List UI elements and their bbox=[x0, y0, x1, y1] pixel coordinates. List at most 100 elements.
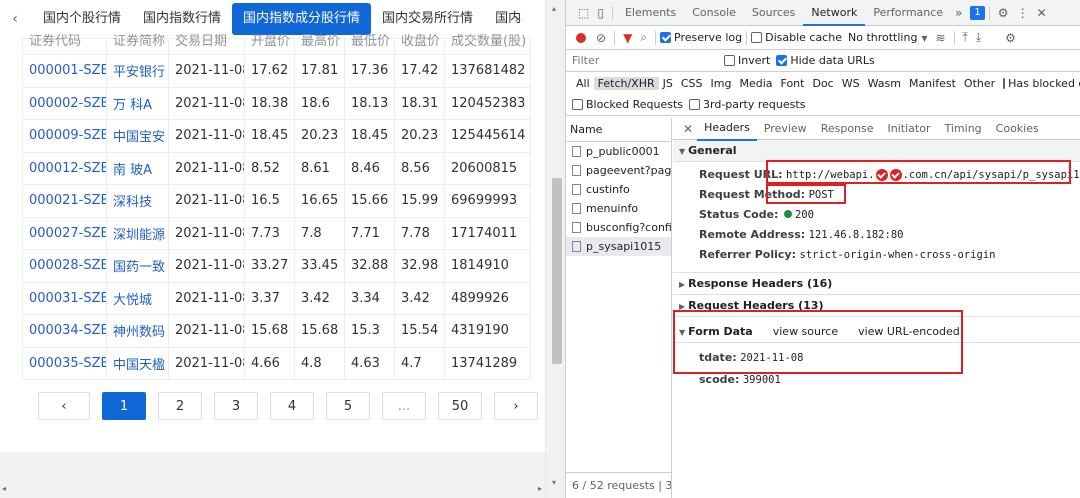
table-row[interactable]: 000034-SZE 神州数码 2021-11-08 15.68 15.68 15.3 15… bbox=[22, 314, 531, 348]
next-page-button[interactable]: › bbox=[494, 392, 538, 420]
table-row[interactable]: 000021-SZE 深科技 2021-11-08 16.5 16.65 15.66 15.… bbox=[22, 184, 531, 218]
page-5-button[interactable]: 5 bbox=[326, 392, 370, 420]
cell-code[interactable]: 000031-SZE bbox=[22, 281, 107, 315]
hide-data-urls-checkbox[interactable] bbox=[776, 55, 788, 66]
page-1-button[interactable]: 1 bbox=[102, 392, 146, 420]
cell-code[interactable]: 000028-SZE bbox=[22, 249, 107, 283]
scroll-right-arrow-icon[interactable]: ▸ bbox=[538, 484, 542, 493]
col-header-date[interactable]: 交易日期 bbox=[168, 33, 245, 50]
request-item[interactable]: pageevent?page... bbox=[566, 161, 671, 180]
form-data-section-header[interactable]: ▼ Form Data view source view URL-encoded bbox=[673, 321, 1080, 343]
search-icon[interactable]: ⌕ bbox=[636, 30, 651, 45]
filter-icon[interactable]: ▼ bbox=[619, 31, 636, 45]
tab-elements[interactable]: Elements bbox=[617, 0, 684, 26]
scrollbar-thumb[interactable] bbox=[552, 178, 562, 364]
type-other[interactable]: Other bbox=[960, 77, 999, 90]
request-headers-section[interactable]: ▶ Request Headers (13) bbox=[673, 295, 1080, 317]
cell-name[interactable]: 深圳能源 bbox=[106, 216, 169, 250]
tab-console[interactable]: Console bbox=[684, 0, 744, 26]
network-settings-icon[interactable]: ⚙ bbox=[1001, 31, 1020, 45]
tab-initiator[interactable]: Initiator bbox=[881, 118, 938, 140]
page-2-button[interactable]: 2 bbox=[158, 392, 202, 420]
cell-name[interactable]: 南 玻A bbox=[106, 151, 169, 185]
tab-scroll-left-button[interactable]: ‹ bbox=[4, 8, 26, 30]
tab-cookies[interactable]: Cookies bbox=[989, 118, 1046, 140]
request-item[interactable]: p_public0001 bbox=[566, 142, 671, 161]
filter-input[interactable] bbox=[572, 51, 714, 70]
cell-code[interactable]: 000009-SZE bbox=[22, 119, 107, 153]
table-row[interactable]: 000028-SZE 国药一致 2021-11-08 33.27 33.45 32.88 3… bbox=[22, 249, 531, 283]
horizontal-scrollbar[interactable]: ◂ ▸ bbox=[0, 452, 552, 498]
tab-timing[interactable]: Timing bbox=[937, 118, 988, 140]
record-icon[interactable] bbox=[576, 32, 586, 43]
table-row[interactable]: 000002-SZE 万 科A 2021-11-08 18.38 18.6 18.13 18… bbox=[22, 86, 531, 120]
col-header-close[interactable]: 收盘价 bbox=[394, 33, 445, 50]
type-css[interactable]: CSS bbox=[677, 77, 707, 90]
cell-code[interactable]: 000027-SZE bbox=[22, 216, 107, 250]
inspect-element-icon[interactable]: ⬚ bbox=[574, 6, 593, 20]
type-manifest[interactable]: Manifest bbox=[905, 77, 960, 90]
cell-code[interactable]: 000021-SZE bbox=[22, 184, 107, 218]
tab-index-constituent-quotes[interactable]: 国内指数成分股行情 bbox=[232, 3, 372, 35]
cell-name[interactable]: 平安银行 bbox=[106, 54, 169, 88]
third-party-checkbox[interactable] bbox=[689, 99, 701, 110]
vertical-scrollbar[interactable]: ▴ ▾ bbox=[545, 0, 565, 498]
tab-index-quotes[interactable]: 国内指数行情 bbox=[132, 3, 232, 35]
type-media[interactable]: Media bbox=[735, 77, 776, 90]
tab-network[interactable]: Network bbox=[803, 0, 866, 26]
request-item[interactable]: busconfig?confi... bbox=[566, 218, 671, 237]
response-headers-section[interactable]: ▶ Response Headers (16) bbox=[673, 273, 1080, 295]
cell-code[interactable]: 000002-SZE bbox=[22, 86, 107, 120]
kebab-menu-icon[interactable]: ⋮ bbox=[1013, 6, 1033, 20]
type-js[interactable]: JS bbox=[659, 77, 677, 90]
chevron-down-icon[interactable]: ▾ bbox=[917, 31, 931, 45]
request-item[interactable]: menuinfo bbox=[566, 199, 671, 218]
clear-icon[interactable]: ⊘ bbox=[592, 31, 610, 45]
gear-icon[interactable]: ⚙ bbox=[994, 6, 1013, 20]
cell-name[interactable]: 中国宝安 bbox=[106, 119, 169, 153]
type-ws[interactable]: WS bbox=[838, 77, 864, 90]
type-fetch-xhr[interactable]: Fetch/XHR bbox=[593, 76, 659, 90]
table-row[interactable]: 000001-SZE 平安银行 2021-11-08 17.62 17.81 17.36 1… bbox=[22, 54, 531, 88]
request-list-header[interactable]: Name bbox=[566, 118, 671, 142]
col-header-code[interactable]: 证券代码 bbox=[22, 33, 107, 50]
export-icon[interactable]: ⤓ bbox=[972, 30, 985, 45]
close-icon[interactable]: ✕ bbox=[1033, 6, 1051, 20]
table-row[interactable]: 000035-SZE 中国天楹 2021-11-08 4.66 4.8 4.63 4.7 13… bbox=[22, 346, 531, 380]
request-item-selected[interactable]: p_sysapi1015 bbox=[566, 237, 671, 256]
import-icon[interactable]: ⤒ bbox=[959, 30, 972, 45]
col-header-open[interactable]: 开盘价 bbox=[244, 33, 295, 50]
blocked-requests-checkbox[interactable] bbox=[572, 99, 583, 110]
scroll-down-arrow-icon[interactable]: ▾ bbox=[552, 478, 556, 487]
cell-code[interactable]: 000034-SZE bbox=[22, 314, 107, 348]
device-toolbar-icon[interactable]: ▯ bbox=[593, 6, 608, 20]
view-url-encoded-link[interactable]: view URL-encoded bbox=[858, 325, 960, 338]
tab-scroll-right-button[interactable]: › bbox=[506, 8, 528, 30]
disable-cache-checkbox[interactable] bbox=[751, 32, 763, 43]
view-source-link[interactable]: view source bbox=[773, 325, 838, 338]
throttling-select[interactable]: No throttling bbox=[848, 31, 917, 44]
scroll-left-arrow-icon[interactable]: ◂ bbox=[2, 484, 6, 493]
page-3-button[interactable]: 3 bbox=[214, 392, 258, 420]
preserve-log-checkbox[interactable] bbox=[660, 32, 672, 43]
page-4-button[interactable]: 4 bbox=[270, 392, 314, 420]
wifi-icon[interactable]: ≋ bbox=[931, 31, 949, 45]
tab-exchange-quotes[interactable]: 国内交易所行情 bbox=[371, 3, 484, 35]
type-font[interactable]: Font bbox=[777, 77, 809, 90]
cell-code[interactable]: 000012-SZE bbox=[22, 151, 107, 185]
close-detail-icon[interactable]: ✕ bbox=[679, 122, 697, 136]
col-header-high[interactable]: 最高价 bbox=[294, 33, 345, 50]
table-row[interactable]: 000009-SZE 中国宝安 2021-11-08 18.45 20.23 18.45 2… bbox=[22, 119, 531, 153]
cell-name[interactable]: 大悦城 bbox=[106, 281, 169, 315]
page-50-button[interactable]: 50 bbox=[438, 392, 482, 420]
blocked-cookies-checkbox[interactable] bbox=[1003, 77, 1006, 89]
table-row[interactable]: 000027-SZE 深圳能源 2021-11-08 7.73 7.8 7.71 7.78 1… bbox=[22, 216, 531, 250]
type-all[interactable]: All bbox=[572, 77, 594, 90]
table-row[interactable]: 000012-SZE 南 玻A 2021-11-08 8.52 8.61 8.46 8.56… bbox=[22, 151, 531, 185]
tab-performance[interactable]: Performance bbox=[865, 0, 951, 26]
col-header-volume[interactable]: 成交数量(股) bbox=[444, 33, 531, 50]
tab-preview[interactable]: Preview bbox=[757, 118, 814, 140]
cell-code[interactable]: 000035-SZE bbox=[22, 346, 107, 380]
scroll-up-arrow-icon[interactable]: ▴ bbox=[552, 4, 556, 13]
col-header-name[interactable]: 证券简称 bbox=[106, 33, 169, 50]
